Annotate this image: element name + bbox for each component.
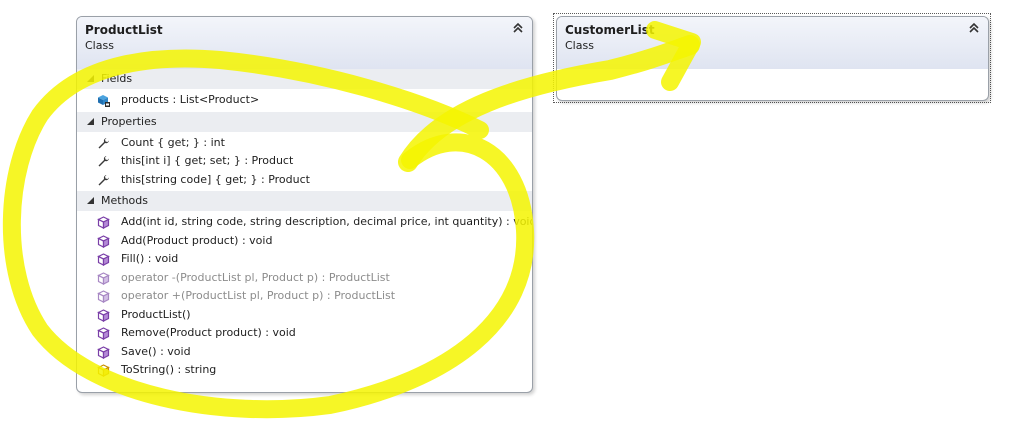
method-text: Add(int id, string code, string descript…	[121, 215, 533, 228]
method-icon	[97, 216, 110, 229]
method-text: ProductList()	[121, 307, 191, 321]
field-icon	[98, 95, 110, 107]
method-text: operator +(ProductList pl, Product p) : …	[121, 289, 396, 302]
property-text: this[string code] { get; } : Product	[121, 172, 310, 186]
method-item[interactable]: operator +(ProductList pl, Product p) : …	[77, 287, 532, 306]
override-method-icon	[97, 364, 110, 377]
method-text: Fill() : void	[121, 252, 179, 265]
property-item[interactable]: this[int i] { get; set; } : Product	[77, 152, 532, 171]
method-icon	[97, 345, 110, 359]
properties-list: Count { get; } : int this[int i] { get; …	[77, 132, 532, 192]
method-item[interactable]: Save() : void	[77, 343, 532, 362]
property-item[interactable]: Count { get; } : int	[77, 134, 532, 153]
customerlist-class-kind: Class	[565, 39, 594, 52]
productlist-class-kind: Class	[85, 39, 114, 52]
expanded-triangle-icon[interactable]	[87, 197, 94, 204]
property-item[interactable]: this[string code] { get; } : Product	[77, 171, 532, 190]
method-text: Remove(Product product) : void	[121, 326, 296, 339]
method-icon	[97, 327, 110, 340]
method-item[interactable]: Add(Product product) : void	[77, 232, 532, 251]
wrench-icon	[98, 174, 109, 185]
method-item[interactable]: Add(int id, string code, string descript…	[77, 213, 532, 232]
method-icon	[97, 234, 110, 248]
method-text: ToString() : string	[121, 363, 217, 376]
method-item[interactable]: operator -(ProductList pl, Product p) : …	[77, 269, 532, 288]
fields-section-label: Fields	[101, 72, 133, 85]
method-text: Add(Product product) : void	[121, 233, 273, 247]
expanded-triangle-icon[interactable]	[87, 75, 94, 82]
property-text: this[int i] { get; set; } : Product	[121, 154, 294, 167]
method-item[interactable]: ProductList()	[77, 306, 532, 325]
method-item[interactable]: Fill() : void	[77, 250, 532, 269]
method-icon	[97, 271, 110, 285]
method-icon	[97, 290, 110, 303]
productlist-class-shape[interactable]: ProductList Class Fields products : List…	[76, 16, 533, 393]
properties-section-label: Properties	[101, 114, 157, 128]
method-item[interactable]: ToString() : string	[77, 361, 532, 380]
methods-list: Add(int id, string code, string descript…	[77, 211, 532, 382]
method-text: operator -(ProductList pl, Product p) : …	[121, 270, 390, 284]
field-text: products : List<Product>	[121, 93, 260, 106]
collapse-chevron-icon[interactable]	[968, 22, 980, 34]
methods-section-header[interactable]: Methods	[77, 191, 532, 211]
customerlist-class-name: CustomerList	[565, 23, 655, 37]
method-text: Save() : void	[121, 344, 191, 358]
fields-section-header[interactable]: Fields	[77, 69, 532, 89]
collapse-chevron-icon[interactable]	[512, 22, 524, 34]
method-icon	[97, 253, 110, 266]
customerlist-header[interactable]: CustomerList Class	[557, 17, 988, 69]
expanded-triangle-icon[interactable]	[87, 117, 94, 125]
productlist-class-name: ProductList	[85, 23, 163, 37]
methods-section-label: Methods	[101, 194, 148, 207]
method-icon	[97, 308, 110, 322]
fields-list: products : List<Product>	[77, 89, 532, 112]
customerlist-class-shape[interactable]: CustomerList Class	[556, 16, 989, 101]
property-text: Count { get; } : int	[121, 135, 225, 149]
productlist-header[interactable]: ProductList Class	[77, 17, 532, 69]
properties-section-header[interactable]: Properties	[77, 111, 532, 132]
wrench-icon	[98, 137, 109, 148]
wrench-icon	[98, 156, 109, 167]
field-item[interactable]: products : List<Product>	[77, 91, 532, 110]
method-item[interactable]: Remove(Product product) : void	[77, 324, 532, 343]
